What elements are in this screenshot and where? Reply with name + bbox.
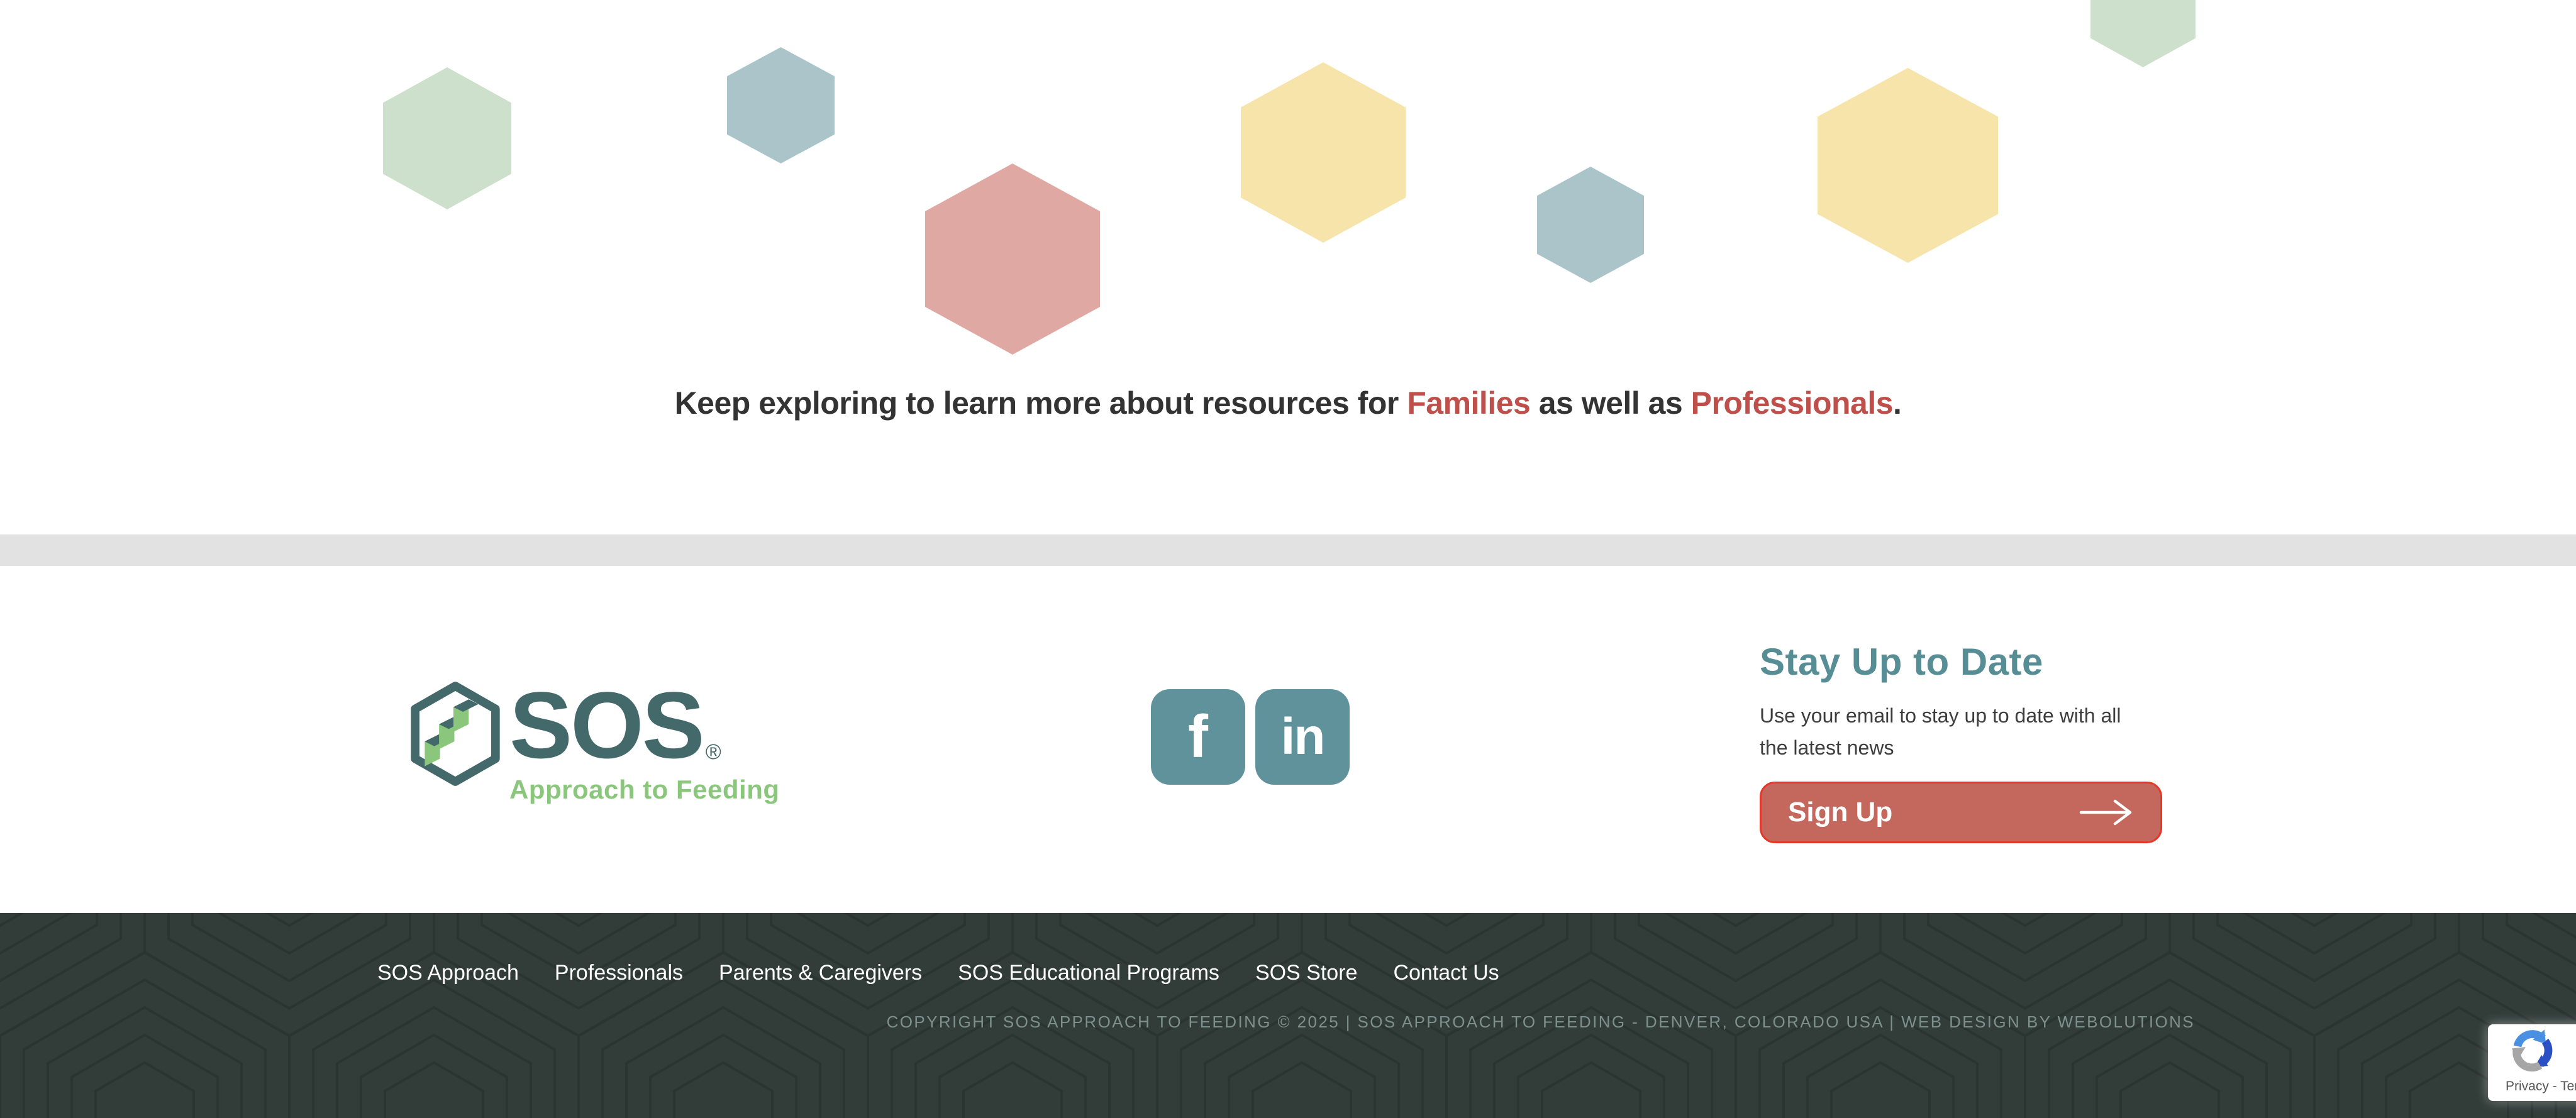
recaptcha-icon [2508,1028,2555,1075]
hexagon-decoration-salmon [925,163,1100,355]
sign-up-button[interactable]: Sign Up [1760,782,2162,843]
newsletter-title: Stay Up to Date [1760,640,2175,684]
logo-text: SOS ® Approach to Feeding [509,682,780,805]
hero-section: Keep exploring to learn more about resou… [0,0,2576,534]
linkedin-icon: in [1281,707,1324,767]
recaptcha-badge[interactable]: Privacy - Terms [2488,1024,2576,1101]
section-divider [0,534,2576,566]
linkedin-button[interactable]: in [1255,689,1350,785]
footer-link-professionals[interactable]: Professionals [555,961,683,985]
footer-nav: SOS Approach Professionals Parents & Car… [377,961,1499,985]
hexagon-decoration-yellow-1 [1241,62,1406,243]
footer-link-parents-caregivers[interactable]: Parents & Caregivers [719,961,922,985]
footer-link-contact-us[interactable]: Contact Us [1393,961,1499,985]
hexagon-decoration-blue-2 [1537,167,1644,283]
cta-text-before: Keep exploring to learn more about resou… [675,385,1407,421]
newsletter-block: Stay Up to Date Use your email to stay u… [1760,640,2175,843]
sign-up-label: Sign Up [1788,797,1892,828]
registered-trademark-symbol: ® [706,740,721,765]
sos-logo[interactable]: SOS ® Approach to Feeding [408,682,780,805]
hexagon-decoration-green-1 [383,67,511,209]
professionals-link[interactable]: Professionals [1691,385,1893,421]
logo-wordmark: SOS [509,682,703,768]
copyright-text: COPYRIGHT SOS APPROACH TO FEEDING © 2025… [377,1012,2195,1032]
facebook-button[interactable]: f [1151,689,1245,785]
footer-bar: SOS Approach Professionals Parents & Car… [0,913,2576,1118]
footer-link-sos-approach[interactable]: SOS Approach [377,961,519,985]
cta-text-after: . [1893,385,1901,421]
footer-content: SOS Approach Professionals Parents & Car… [377,913,2195,1118]
cta-sentence: Keep exploring to learn more about resou… [0,385,2576,421]
hexagon-decoration-yellow-2 [1818,68,1998,263]
footer-link-educational-programs[interactable]: SOS Educational Programs [958,961,1219,985]
newsletter-description: Use your email to stay up to date with a… [1760,700,2150,764]
facebook-icon: f [1188,702,1208,772]
arrow-right-icon [2079,797,2134,827]
recaptcha-privacy-terms[interactable]: Privacy - Terms [2506,1079,2576,1094]
footer-top-section: SOS ® Approach to Feeding f in Stay Up t… [0,566,2576,913]
hexagon-decoration-blue-1 [727,47,835,163]
footer-link-sos-store[interactable]: SOS Store [1255,961,1358,985]
logo-tagline: Approach to Feeding [509,775,780,805]
cta-text-middle: as well as [1530,385,1690,421]
hexagon-decoration-green-2 [2090,0,2196,67]
sos-hexagon-stairs-icon [408,682,503,786]
social-links: f in [1151,689,1350,785]
families-link[interactable]: Families [1407,385,1530,421]
